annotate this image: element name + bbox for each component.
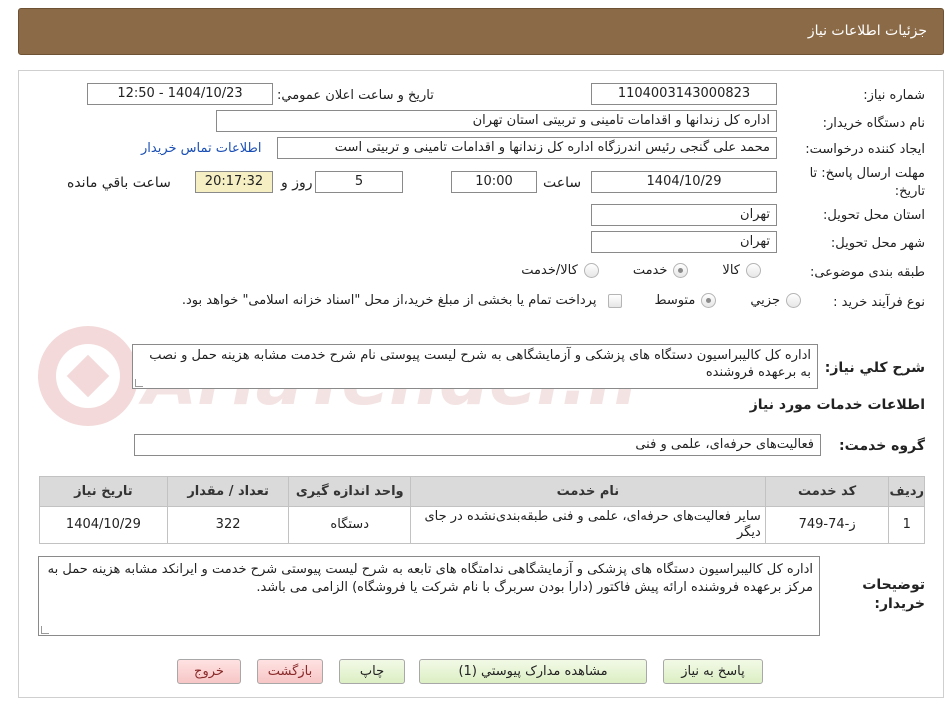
announce-date-label: تاریخ و ساعت اعلان عمومي:: [277, 88, 434, 103]
province-label: استان محل تحویل:: [823, 208, 925, 223]
col-row: ردیف: [888, 476, 925, 507]
buyer-org-label: نام دستگاه خریدار:: [822, 116, 925, 131]
table-row: 1 ز-74-749 سایر فعالیت‌های حرفه‌ای، علمی…: [39, 506, 925, 544]
services-table: ردیف کد خدمت نام خدمت واحد اندازه گیری ت…: [39, 476, 925, 544]
process-radio-group: جزيي متوسط پرداخت تمام یا بخشی از مبلغ خ…: [182, 293, 807, 308]
process-option-medium: متوسط: [654, 293, 696, 308]
category-option-service: خدمت: [632, 263, 668, 278]
buyer-notes-label-2: خریدار:: [874, 596, 925, 612]
province-field: تهران: [591, 204, 777, 226]
resize-handle[interactable]: [41, 626, 49, 634]
need-number-field: 1104003143000823: [591, 83, 777, 105]
deadline-label-date: تاریخ:: [894, 184, 925, 199]
service-group-label: گروه خدمت:: [839, 438, 925, 454]
category-radio-service[interactable]: [673, 263, 689, 278]
summary-text: اداره کل کالیبراسیون دستگاه های پزشکی و …: [149, 348, 811, 380]
details-panel: AriaTender.neT شماره نیاز: 1104003143000…: [18, 70, 944, 698]
cell-need-date: 1404/10/29: [39, 506, 168, 544]
process-radio-medium[interactable]: [701, 293, 717, 308]
print-button[interactable]: چاپ: [339, 659, 405, 684]
cell-service-name: سایر فعالیت‌های حرفه‌ای، علمی و فنی طبقه…: [410, 506, 766, 544]
category-radio-goods[interactable]: [746, 263, 761, 278]
category-radio-group: کالا خدمت کالا/خدمت: [521, 263, 767, 278]
remaining-time-field: 20:17:32: [195, 171, 273, 193]
cell-unit: دستگاه: [288, 506, 412, 544]
col-service-name: نام خدمت: [410, 476, 766, 507]
category-radio-goods-service[interactable]: [583, 263, 599, 278]
requester-field: محمد علی گنجی رئیس اندرزگاه اداره کل زند…: [277, 137, 777, 159]
deadline-time-label: ساعت: [543, 175, 582, 191]
treasury-payment-note: پرداخت تمام یا بخشی از مبلغ خرید،از محل …: [181, 293, 597, 308]
need-number-label: شماره نیاز:: [863, 88, 925, 103]
process-label: نوع فرآیند خرید :: [833, 295, 925, 310]
services-section-title: اطلاعات خدمات مورد نیاز: [749, 397, 925, 413]
city-label: شهر محل تحویل:: [830, 236, 925, 251]
buyer-contact-link[interactable]: اطلاعات تماس خریدار: [141, 141, 261, 156]
summary-textarea[interactable]: اداره کل کالیبراسیون دستگاه های پزشکی و …: [132, 344, 818, 389]
treasury-payment-checkbox[interactable]: [608, 293, 623, 308]
city-field: تهران: [591, 231, 777, 253]
col-quantity: تعداد / مقدار: [166, 476, 290, 507]
buyer-notes-text: اداره کل کالیبراسیون دستگاه های پزشکی و …: [47, 562, 813, 595]
category-option-goods: کالا: [722, 263, 740, 278]
col-unit: واحد اندازه گیری: [288, 476, 412, 507]
summary-label: شرح كلي نياز:: [824, 360, 925, 376]
exit-button[interactable]: خروج: [177, 659, 241, 684]
back-button[interactable]: بازگشت: [257, 659, 323, 684]
buyer-notes-textarea[interactable]: اداره کل کالیبراسیون دستگاه های پزشکی و …: [38, 556, 820, 636]
col-service-code: کد خدمت: [764, 476, 890, 507]
view-attachments-button[interactable]: مشاهده مدارک پیوستي (1): [419, 659, 647, 684]
page-title: جزئیات اطلاعات نیاز: [807, 23, 927, 39]
deadline-time-field: 10:00: [451, 171, 537, 193]
requester-label: ایجاد کننده درخواست:: [805, 142, 925, 157]
category-option-goods-service: کالا/خدمت: [521, 263, 578, 278]
cell-row: 1: [888, 506, 925, 544]
deadline-date-field: 1404/10/29: [591, 171, 777, 193]
col-need-date: تاریخ نیاز: [39, 476, 168, 507]
buyer-notes-label-1: توضیحات: [862, 577, 925, 593]
resize-handle[interactable]: [135, 379, 143, 387]
buyer-org-field: اداره کل زندانها و اقدامات تامینی و تربی…: [216, 110, 777, 132]
table-header-row: ردیف کد خدمت نام خدمت واحد اندازه گیری ت…: [39, 476, 925, 507]
page-header: جزئیات اطلاعات نیاز: [18, 8, 944, 55]
process-radio-minor[interactable]: [786, 293, 801, 308]
remaining-time-label: ساعت باقي مانده: [67, 175, 171, 191]
process-option-minor: جزيي: [750, 293, 780, 308]
category-label: طبقه بندی موضوعی:: [809, 265, 925, 280]
days-label: روز و: [281, 175, 313, 191]
deadline-label: مهلت ارسال پاسخ: تا: [809, 166, 925, 181]
service-group-field: فعالیت‌های حرفه‌ای، علمی و فنی: [134, 434, 821, 456]
days-field: 5: [315, 171, 403, 193]
cell-quantity: 322: [166, 506, 290, 544]
cell-service-code: ز-74-749: [764, 506, 890, 544]
reply-button[interactable]: پاسخ به نیاز: [663, 659, 763, 684]
announce-date-field: 1404/10/23 - 12:50: [87, 83, 273, 105]
